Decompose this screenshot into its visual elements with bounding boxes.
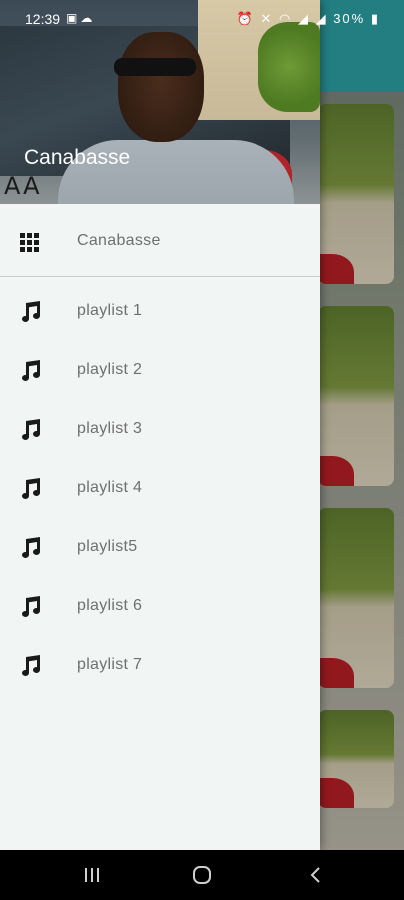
drawer-item-label: playlist 7 [77,656,143,673]
drawer-item-playlist-4[interactable]: playlist 4 [0,464,320,514]
drawer-item-home[interactable]: Canabasse [0,217,320,267]
drawer-item-playlist-2[interactable]: playlist 2 [0,346,320,396]
back-icon[interactable] [304,863,328,887]
drawer-header-title: Canabasse [24,146,131,169]
grid-icon [18,229,44,255]
drawer-item-playlist-1[interactable]: playlist 1 [0,287,320,337]
drawer-item-label: Canabasse [77,232,161,249]
signal-icon: ◢ [297,11,310,26]
battery-text: 30% [333,11,366,26]
cloud-icon: ☁ [80,11,96,25]
drawer-item-label: playlist 1 [77,302,143,319]
status-bar: 12:39 ▣☁ ⏰ ✕ ◠ ◢ ◢ 30% ▮ [0,0,404,40]
signal-icon: ◢ [315,11,328,26]
drawer-item-label: playlist 2 [77,361,143,378]
music-note-icon [18,653,44,679]
recent-apps-icon[interactable] [80,863,104,887]
status-right-icons: ⏰ ✕ ◠ ◢ ◢ 30% ▮ [237,11,380,27]
wifi-icon: ◠ [278,11,293,26]
drawer-item-playlist-3[interactable]: playlist 3 [0,405,320,455]
music-note-icon [18,594,44,620]
system-navigation-bar [0,850,404,900]
music-note-icon [18,417,44,443]
music-note-icon [18,535,44,561]
music-note-icon [18,476,44,502]
music-note-icon [18,358,44,384]
drawer-item-playlist-5[interactable]: playlist5 [0,523,320,573]
home-icon[interactable] [190,863,214,887]
header-photo-person [118,32,204,142]
drawer-item-label: playlist 4 [77,479,143,496]
image-icon: ▣ [66,11,81,25]
drawer-divider [0,276,320,277]
drawer-item-label: playlist 3 [77,420,143,437]
mute-icon: ✕ [260,11,274,26]
header-photo-plate: AA [4,172,42,200]
drawer-item-label: playlist5 [77,538,138,555]
drawer-item-playlist-6[interactable]: playlist 6 [0,582,320,632]
status-left-icons: ▣☁ [66,11,95,25]
music-note-icon [18,299,44,325]
header-photo-sunglasses [114,58,196,76]
drawer-item-label: playlist 6 [77,597,143,614]
drawer-item-playlist-7[interactable]: playlist 7 [0,641,320,691]
battery-icon: ▮ [370,11,380,26]
status-time: 12:39 [25,11,61,27]
alarm-icon: ⏰ [236,11,255,26]
navigation-drawer: AA Canabasse Canabasse playlist 1 playli… [0,0,320,850]
